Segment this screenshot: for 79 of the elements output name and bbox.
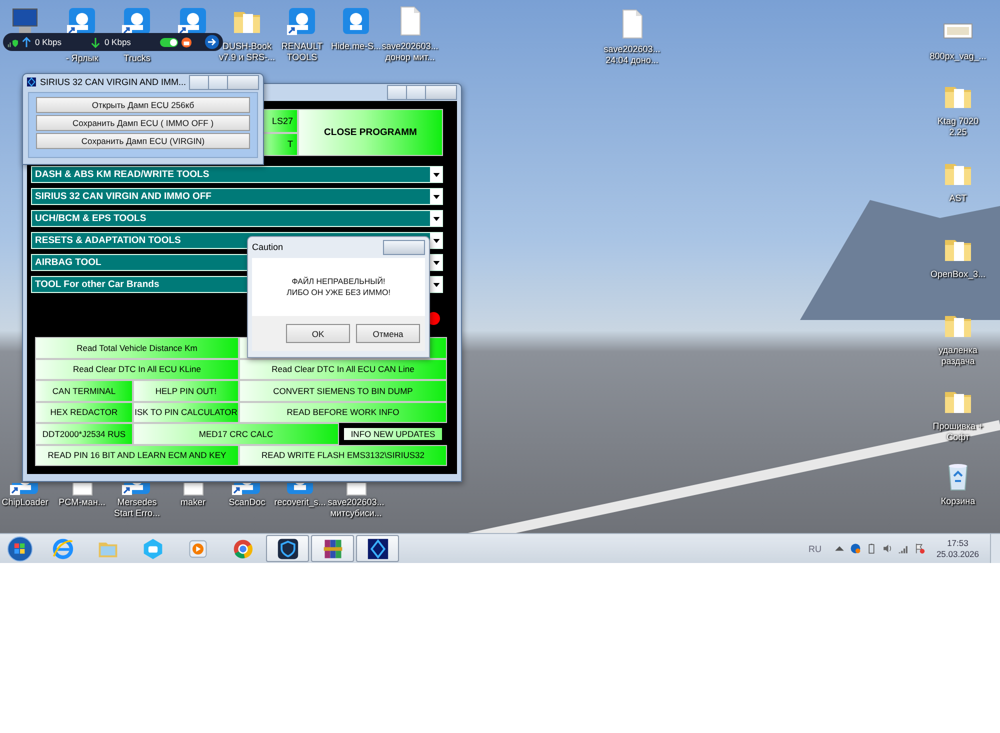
maximize-button[interactable] xyxy=(406,84,426,100)
shield-icon xyxy=(276,538,298,560)
app-icon[interactable] xyxy=(9,483,41,497)
icon-label: - Ярлык xyxy=(64,53,100,64)
toggle-switch[interactable] xyxy=(160,38,178,46)
dialog-title: Caution xyxy=(252,242,284,252)
close-program-button[interactable]: CLOSE PROGRAMM xyxy=(298,109,443,156)
taskbar-button[interactable] xyxy=(311,535,354,562)
tool-button[interactable]: READ PIN 16 BIT AND LEARN ECM AND KEY xyxy=(35,444,239,466)
play-icon xyxy=(186,538,208,560)
tool-button[interactable]: MED17 CRC CALC xyxy=(133,423,339,444)
icon-label: recoverit_s... xyxy=(273,497,327,508)
clock[interactable]: 17:53 25.03.2026 xyxy=(936,538,979,560)
icon-label: удаленка раздача xyxy=(938,345,978,367)
minimize-button[interactable] xyxy=(387,84,407,100)
app-tray-icon[interactable] xyxy=(850,543,862,554)
tool-button[interactable]: Read Clear DTC In All ECU KLine xyxy=(35,358,239,380)
close-button[interactable] xyxy=(425,84,457,100)
app-icon[interactable] xyxy=(121,483,153,497)
tool-button[interactable]: CONVERT SIEMENS TO BIN DUMP xyxy=(239,380,447,402)
dump-button[interactable]: Сохранить Дамп ECU (VIRGIN) xyxy=(36,133,250,149)
tool-button[interactable]: Read Total Vehicle Distance Km xyxy=(35,337,239,358)
chrome-icon xyxy=(232,538,254,560)
icon-label: DUSH-Book v7.9 и SRS-... xyxy=(218,41,276,63)
icon-label: Mersedes Start Erro... xyxy=(112,497,161,519)
tool-button[interactable]: READ BEFORE WORK INFO xyxy=(239,402,447,423)
icon-label: AST xyxy=(948,193,968,204)
dropdown[interactable]: DASH & ABS KM READ/WRITE TOOLS xyxy=(31,166,443,183)
icon-label: save202603... митсубиси... xyxy=(326,497,386,519)
icon-label: Ktag 7020 2.25 xyxy=(936,116,980,138)
icon-label: PCM-ман... xyxy=(58,497,106,508)
minimize-button[interactable] xyxy=(189,74,209,90)
dump-button[interactable]: Открыть Дамп ECU 256кб xyxy=(36,97,250,113)
diamond-icon xyxy=(366,538,388,560)
arrow-right-icon[interactable] xyxy=(205,35,219,49)
dialog-button[interactable]: OK xyxy=(286,324,350,343)
tool-button[interactable]: ISK TO PIN CALCULATOR xyxy=(133,402,239,423)
download-arrow-icon xyxy=(90,36,102,48)
upload-speed: 0 Kbps xyxy=(35,37,62,47)
tool-button[interactable]: HELP PIN OUT! xyxy=(133,380,239,402)
tool-button[interactable]: HEX REDACTOR xyxy=(35,402,133,423)
start-button[interactable] xyxy=(6,534,34,562)
icon-label: 800px_vag_... xyxy=(928,51,988,62)
icon-label: maker xyxy=(179,497,206,508)
tool-button[interactable]: READ WRITE FLASH EMS3132\SIRIUS32 xyxy=(239,444,447,466)
tool-button[interactable]: INFO NEW UPDATES xyxy=(342,426,444,442)
dropdown[interactable]: SIRIUS 32 CAN VIRGIN AND IMMO OFF xyxy=(31,188,443,205)
window-title: SIRIUS 32 CAN VIRGIN AND IMM... xyxy=(40,77,186,87)
tool-button[interactable]: Read Clear DTC In All ECU CAN Line xyxy=(239,358,447,380)
taskbar-button[interactable] xyxy=(356,535,399,562)
time-text: 17:53 xyxy=(947,538,968,548)
icon-label: Корзина xyxy=(940,496,976,507)
upload-arrow-icon xyxy=(21,36,32,48)
speaker-icon[interactable] xyxy=(882,543,894,554)
taskbar-button[interactable] xyxy=(266,535,309,562)
icon-label: save202603... 24:04 доно... xyxy=(602,44,662,66)
flag-icon[interactable] xyxy=(914,543,926,554)
signal-icon[interactable] xyxy=(898,543,910,554)
dialog-button[interactable]: Отмена xyxy=(356,324,420,343)
app-icon[interactable] xyxy=(231,483,263,497)
battery-icon[interactable] xyxy=(866,543,878,554)
maximize-button[interactable] xyxy=(208,74,228,90)
icon-label: ChipLoader xyxy=(0,497,50,508)
date-text: 25.03.2026 xyxy=(936,548,979,560)
diamond-icon xyxy=(27,76,36,88)
dump-button[interactable]: Сохранить Дамп ECU ( IMMO OFF ) xyxy=(36,115,250,131)
icon-label: OpenBox_3... xyxy=(929,269,987,280)
language-indicator[interactable]: RU xyxy=(808,544,822,554)
tool-button[interactable]: DDT2000*J2534 RUS xyxy=(35,423,133,444)
icon-label: save202603... донор мит... xyxy=(380,41,440,63)
archive-icon xyxy=(322,538,344,560)
tool-button[interactable]: CAN TERMINAL xyxy=(35,380,133,402)
close-button[interactable] xyxy=(383,240,425,254)
download-speed: 0 Kbps xyxy=(104,37,131,47)
icon-label: Trucks xyxy=(122,53,152,64)
close-button[interactable] xyxy=(227,74,259,90)
hexagon-car-icon xyxy=(142,538,164,560)
dropdown[interactable]: UCH/BCM & EPS TOOLS xyxy=(31,210,443,227)
browser-e-icon xyxy=(52,538,74,560)
